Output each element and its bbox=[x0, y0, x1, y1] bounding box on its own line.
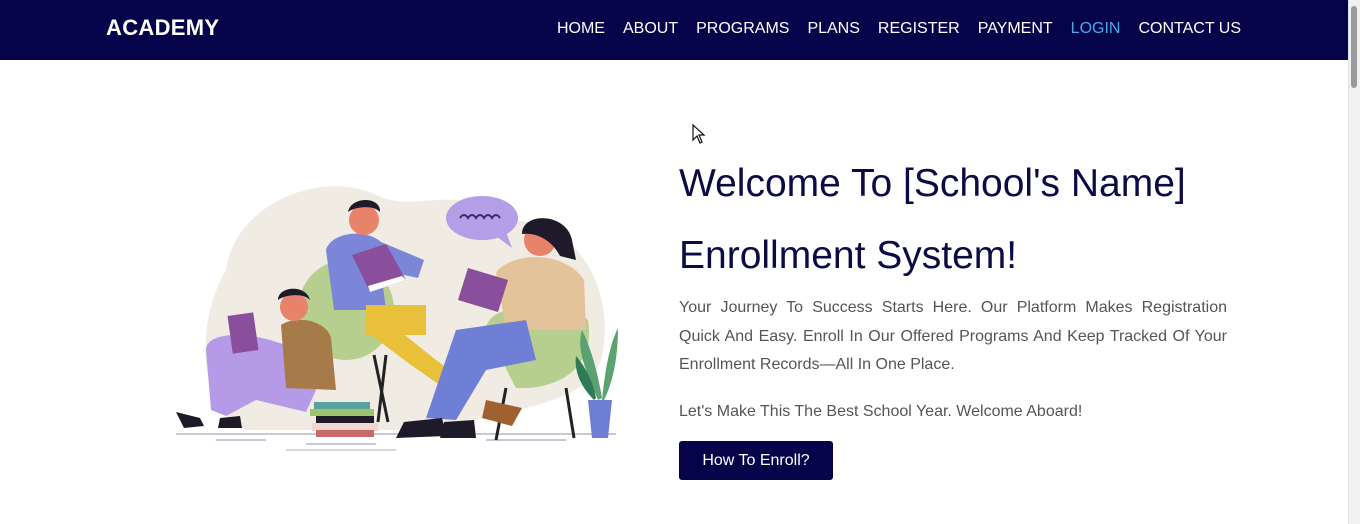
mouse-pointer-icon bbox=[692, 124, 706, 144]
nav-home[interactable]: HOME bbox=[557, 20, 605, 38]
top-navbar: ACADEMY HOME ABOUT PROGRAMS PLANS REGIST… bbox=[0, 0, 1348, 60]
hero-description: Your Journey To Success Starts Here. Our… bbox=[679, 299, 1227, 373]
brand-logo[interactable]: ACADEMY bbox=[106, 15, 219, 41]
nav-programs[interactable]: PROGRAMS bbox=[696, 20, 789, 38]
nav-login[interactable]: LOGIN bbox=[1071, 20, 1121, 38]
hero-title: Welcome To [School's Name] Enrollment Sy… bbox=[679, 162, 1186, 277]
page-scrollbar[interactable] bbox=[1348, 0, 1360, 524]
students-reading-illustration bbox=[176, 186, 618, 451]
main-nav: HOME ABOUT PROGRAMS PLANS REGISTER PAYME… bbox=[557, 20, 1241, 38]
hero-tagline: Let's Make This The Best School Year. We… bbox=[679, 403, 1083, 420]
nav-plans[interactable]: PLANS bbox=[807, 20, 859, 38]
scrollbar-thumb[interactable] bbox=[1351, 6, 1357, 88]
how-to-enroll-button[interactable]: How To Enroll? bbox=[679, 441, 833, 480]
nav-register[interactable]: REGISTER bbox=[878, 20, 960, 38]
nav-payment[interactable]: PAYMENT bbox=[978, 20, 1053, 38]
nav-about[interactable]: ABOUT bbox=[623, 20, 678, 38]
nav-contact-us[interactable]: CONTACT US bbox=[1138, 20, 1241, 38]
